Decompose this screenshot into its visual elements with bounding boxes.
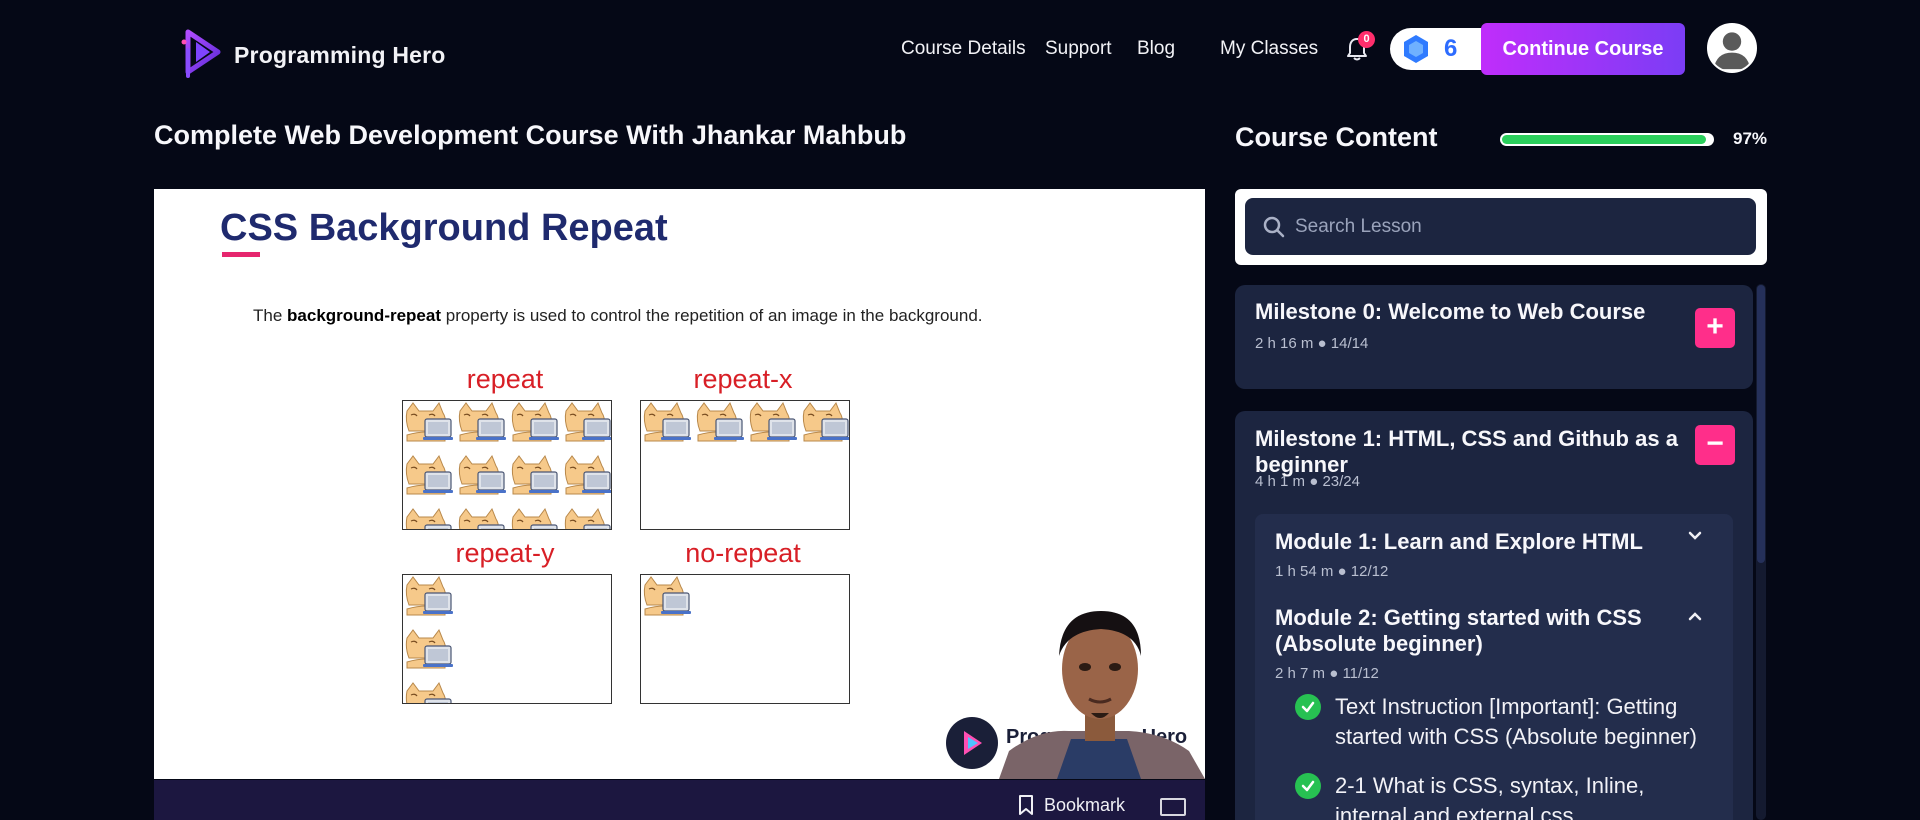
nav-support[interactable]: Support: [1045, 38, 1112, 60]
brand-logo-icon: [947, 718, 997, 768]
user-avatar[interactable]: [1707, 23, 1757, 73]
course-title: Complete Web Development Course With Jha…: [154, 120, 907, 150]
lesson-title: Text Instruction [Important]: Getting st…: [1335, 694, 1697, 749]
module-duration: 2 h 7 m: [1275, 665, 1326, 682]
check-circle-icon: [1295, 694, 1321, 720]
slide-title: CSS Background Repeat: [220, 207, 668, 249]
checkmark-icon: [1301, 780, 1315, 792]
slide-description: The background-repeat property is used t…: [253, 306, 983, 326]
nav-my-classes[interactable]: My Classes: [1220, 38, 1318, 60]
chevron-down-icon[interactable]: [1687, 530, 1703, 542]
cat-laptop-icon: [405, 401, 453, 442]
milestone-count: 23/24: [1322, 473, 1360, 490]
cat-laptop-icon: [511, 454, 559, 495]
bookmark-icon: [1019, 795, 1033, 815]
cat-laptop-icon: [405, 454, 453, 495]
milestone-title: Milestone 1: HTML, CSS and Github as a b…: [1255, 426, 1678, 477]
lesson-search-box[interactable]: [1245, 198, 1756, 255]
brand-name: Programming Hero: [234, 41, 446, 68]
milestone-count: 14/14: [1330, 335, 1369, 352]
lesson-item[interactable]: 2-1 What is CSS, syntax, Inline, interna…: [1295, 771, 1715, 820]
cat-laptop-icon: [643, 401, 691, 442]
milestone-0[interactable]: Milestone 0: Welcome to Web Course 2 h 1…: [1235, 285, 1753, 389]
cat-laptop-icon: [405, 575, 453, 616]
top-header: Programming Hero Course Details Support …: [0, 0, 1920, 98]
course-progress-fill: [1502, 135, 1706, 144]
module-2-title[interactable]: Module 2: Getting started with CSS (Abso…: [1275, 605, 1685, 657]
brand-logo[interactable]: Programming Hero: [178, 28, 446, 82]
notification-badge: 0: [1358, 31, 1375, 48]
slide-text-bold: background-repeat: [287, 306, 442, 325]
cat-laptop-icon: [802, 401, 849, 442]
bookmark-button[interactable]: Bookmark: [1018, 794, 1125, 816]
chevron-up-icon[interactable]: [1687, 610, 1703, 622]
sidebar-scrollbar-thumb[interactable]: [1757, 285, 1765, 563]
presenter-webcam: [999, 611, 1205, 779]
cat-laptop-icon: [564, 507, 611, 529]
milestone-duration: 2 h 16 m: [1255, 335, 1314, 352]
checkmark-icon: [1301, 701, 1315, 713]
lesson-search-container: [1235, 189, 1767, 265]
lesson-search-input[interactable]: [1295, 215, 1735, 238]
video-player[interactable]: CSS Background Repeat The background-rep…: [154, 189, 1205, 779]
user-avatar-icon: [1709, 25, 1755, 71]
cat-laptop-icon: [458, 454, 506, 495]
collapse-milestone-button[interactable]: −: [1695, 425, 1735, 465]
slide-title-underline: [222, 252, 260, 257]
bookmark-label: Bookmark: [1044, 794, 1126, 815]
cat-laptop-icon: [564, 454, 611, 495]
cat-laptop-icon: [511, 507, 558, 529]
gem-count: 6: [1444, 35, 1458, 62]
demo-label-repeat: repeat: [466, 364, 544, 394]
theater-mode-icon[interactable]: [1160, 798, 1186, 816]
demo-label-repeat-x: repeat-x: [693, 364, 793, 394]
slide-text-post: property is used to control the repetiti…: [441, 306, 983, 325]
module-count: 12/12: [1350, 563, 1389, 580]
demo-box-repeat-y: [402, 574, 612, 704]
cat-laptop-icon: [405, 628, 453, 669]
milestone-meta: 2 h 16 m ● 14/14: [1255, 335, 1369, 352]
gem-icon: [1404, 35, 1428, 63]
expand-milestone-button[interactable]: +: [1695, 308, 1735, 348]
cat-laptop-icon: [405, 681, 452, 703]
module-duration: 1 h 54 m: [1275, 563, 1334, 580]
slide-text-pre: The: [253, 306, 288, 325]
cat-laptop-icon: [643, 575, 691, 616]
demo-label-no-repeat: no-repeat: [685, 538, 801, 568]
cat-laptop-icon: [458, 507, 505, 529]
nav-course-details[interactable]: Course Details: [901, 38, 1026, 60]
module-count: 11/12: [1342, 665, 1379, 682]
cat-laptop-icon: [458, 401, 506, 442]
course-progress-bar: [1500, 133, 1714, 146]
demo-box-no-repeat: [640, 574, 850, 704]
module-1-title[interactable]: Module 1: Learn and Explore HTML: [1275, 529, 1685, 555]
module-1-meta: 1 h 54 m ● 12/12: [1275, 563, 1389, 580]
module-2-meta: 2 h 7 m ● 11/12: [1275, 665, 1379, 682]
demo-label-repeat-y: repeat-y: [455, 538, 555, 568]
check-circle-icon: [1295, 773, 1321, 799]
cat-laptop-icon: [696, 401, 744, 442]
cat-laptop-icon: [511, 401, 559, 442]
course-content-title: Course Content: [1235, 122, 1438, 152]
cat-laptop-icon: [405, 507, 452, 529]
milestone-title: Milestone 0: Welcome to Web Course: [1255, 299, 1646, 324]
presenter-brand-logo: [946, 717, 998, 769]
brand-logo-icon: [181, 29, 221, 78]
continue-course-button[interactable]: Continue Course: [1481, 23, 1685, 75]
course-progress-percent: 97%: [1733, 129, 1768, 148]
demo-box-repeat: [402, 400, 612, 530]
lesson-item[interactable]: Text Instruction [Important]: Getting st…: [1295, 692, 1715, 752]
milestone-duration: 4 h 1 m: [1255, 473, 1306, 490]
cat-laptop-icon: [564, 401, 611, 442]
milestone-meta: 4 h 1 m ● 23/24: [1255, 473, 1360, 490]
cat-laptop-icon: [749, 401, 797, 442]
nav-blog[interactable]: Blog: [1137, 38, 1175, 60]
lesson-title: 2-1 What is CSS, syntax, Inline, interna…: [1335, 773, 1645, 820]
search-icon: [1263, 216, 1285, 237]
demo-box-repeat-x: [640, 400, 850, 530]
